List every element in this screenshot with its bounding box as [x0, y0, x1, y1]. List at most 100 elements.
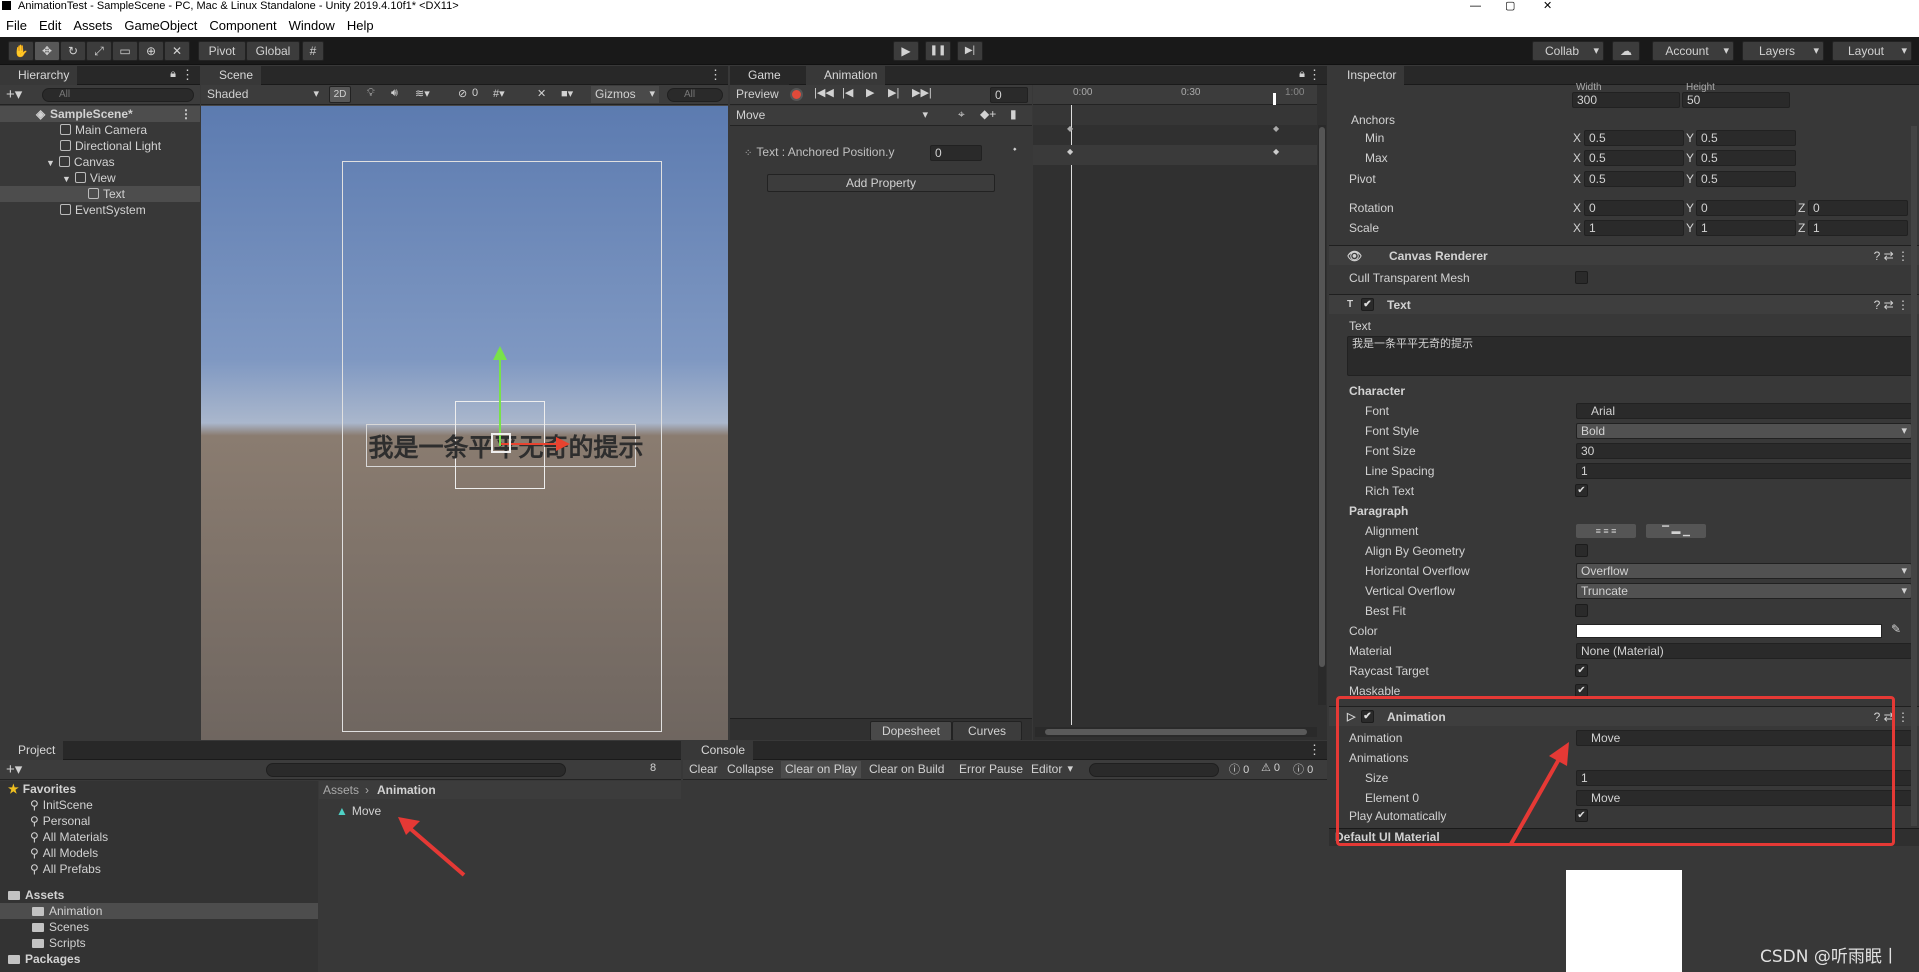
end-marker[interactable]	[1273, 93, 1276, 105]
breadcrumb-animation[interactable]: Animation	[377, 782, 436, 798]
clip-dropdown[interactable]: Move	[732, 107, 932, 124]
kebab-menu-icon[interactable]: ⋮	[181, 67, 194, 83]
2d-toggle[interactable]: 2D	[329, 86, 351, 103]
canvas-renderer-header[interactable]: 👁︎ Canvas Renderer? ⇄ ⋮	[1329, 245, 1919, 265]
pivot-x[interactable]: 0.5	[1584, 171, 1684, 187]
tab-animation[interactable]: Animation	[806, 66, 886, 85]
tab-inspector[interactable]: Inspector	[1329, 66, 1405, 85]
tab-scene[interactable]: Scene	[201, 66, 262, 85]
step-button[interactable]: ▶|	[957, 41, 983, 61]
property-row[interactable]: ⁘ Text : Anchored Position.y	[744, 144, 894, 160]
line-spacing-field[interactable]: 1	[1576, 463, 1912, 479]
rich-text-checkbox[interactable]: ✔	[1575, 484, 1588, 497]
add-event-icon[interactable]: ▮	[1010, 107, 1017, 121]
component-options-icon[interactable]: ? ⇄ ⋮	[1874, 246, 1909, 266]
anchor-min-x[interactable]: 0.5	[1584, 130, 1684, 146]
tab-console[interactable]: Console	[683, 741, 754, 760]
rect-tool-icon[interactable]: ▭	[112, 41, 138, 61]
next-key-icon[interactable]: ▶|	[888, 86, 899, 99]
info-count[interactable]: ⓘ 0	[1229, 761, 1249, 777]
color-swatch[interactable]	[1576, 624, 1882, 638]
collapse-button[interactable]: Collapse	[723, 761, 778, 778]
audio-icon[interactable]: 🔊︎	[391, 87, 398, 100]
menu-help[interactable]: Help	[341, 18, 380, 33]
breadcrumb-assets[interactable]: Assets	[323, 782, 359, 798]
tab-game[interactable]: Game	[730, 66, 789, 85]
cull-checkbox[interactable]	[1575, 271, 1588, 284]
project-search-input[interactable]	[266, 763, 566, 777]
text-enabled-checkbox[interactable]: ✔	[1361, 298, 1374, 311]
account-dropdown[interactable]: Account	[1652, 41, 1734, 61]
kebab-menu-icon[interactable]: ⋮	[1308, 67, 1321, 83]
list-item[interactable]: Main Camera	[60, 122, 147, 138]
vertical-scrollbar[interactable]	[1318, 125, 1326, 705]
list-item[interactable]: ◈ SampleScene* ⋮	[0, 106, 200, 122]
first-key-icon[interactable]: |◀◀	[814, 86, 834, 99]
menu-assets[interactable]: Assets	[67, 18, 118, 33]
anchor-max-y[interactable]: 0.5	[1696, 150, 1796, 166]
tab-project[interactable]: Project	[0, 741, 64, 760]
font-size-field[interactable]: 30	[1576, 443, 1912, 459]
list-item[interactable]: ⚲ All Materials	[30, 829, 108, 845]
asset-file-move[interactable]: ▲ Move	[336, 803, 381, 819]
hierarchy-search-input[interactable]: All	[42, 88, 194, 102]
pivot-y[interactable]: 0.5	[1696, 171, 1796, 187]
hand-tool-icon[interactable]: ✋	[8, 41, 34, 61]
property-options-icon[interactable]: ⬩	[1013, 144, 1017, 155]
collab-dropdown[interactable]: Collab	[1532, 41, 1604, 61]
clear-button[interactable]: Clear	[685, 761, 722, 778]
minimize-icon[interactable]: —	[1470, 0, 1481, 13]
x-arrow-icon[interactable]	[556, 437, 570, 451]
scene-search-input[interactable]: All	[667, 88, 723, 102]
vertical-align-buttons[interactable]: ▔ ▬ ▁	[1646, 524, 1706, 538]
list-item[interactable]: Scripts	[32, 935, 86, 951]
property-value-field[interactable]: 0	[930, 145, 982, 161]
dopesheet-tab[interactable]: Dopesheet	[870, 721, 952, 740]
material-field[interactable]: None (Material)	[1576, 643, 1912, 659]
warning-count[interactable]: ⚠ 0	[1261, 761, 1280, 774]
pivot-handle[interactable]	[491, 433, 511, 453]
anchors-label[interactable]: Anchors	[1351, 112, 1395, 128]
clear-on-play-button[interactable]: Clear on Play	[781, 761, 862, 778]
list-item[interactable]: ⚲ All Models	[30, 845, 98, 861]
anchor-max-x[interactable]: 0.5	[1584, 150, 1684, 166]
horizontal-align-buttons[interactable]: ≡ ≡ ≡	[1576, 524, 1636, 538]
list-item[interactable]: Text	[0, 186, 200, 202]
anchor-min-y[interactable]: 0.5	[1696, 130, 1796, 146]
eyedropper-icon[interactable]: ✎	[1891, 622, 1901, 636]
prev-key-icon[interactable]: |◀	[842, 86, 853, 99]
best-fit-checkbox[interactable]	[1575, 604, 1588, 617]
preview-toggle[interactable]: Preview	[732, 86, 783, 103]
tools-icon[interactable]: ✕	[537, 87, 546, 100]
playhead[interactable]	[1071, 105, 1072, 725]
menu-file[interactable]: File	[0, 18, 33, 33]
font-field[interactable]: Arial	[1576, 403, 1912, 419]
add-property-button[interactable]: Add Property	[767, 174, 995, 192]
list-item[interactable]: ▼ View	[62, 170, 116, 186]
expand-arrow-icon[interactable]: ▼	[46, 158, 55, 168]
scale-tool-icon[interactable]: ⤢	[86, 41, 112, 61]
pivot-toggle[interactable]: Pivot	[198, 41, 246, 61]
layout-dropdown[interactable]: Layout	[1832, 41, 1912, 61]
error-count[interactable]: ⓘ 0	[1293, 761, 1313, 777]
play-button[interactable]: ▶	[893, 41, 919, 61]
rotate-tool-icon[interactable]: ↻	[60, 41, 86, 61]
custom-tool-icon[interactable]: ✕	[164, 41, 190, 61]
shading-mode-dropdown[interactable]: Shaded	[203, 86, 323, 103]
scene-viewport[interactable]: 我是一条平平无奇的提示	[201, 106, 728, 740]
cloud-icon[interactable]: ☁	[1612, 41, 1640, 61]
layers-dropdown[interactable]: Layers	[1742, 41, 1824, 61]
kebab-menu-icon[interactable]: ⋮	[180, 106, 192, 122]
y-arrow-icon[interactable]	[493, 346, 507, 360]
last-key-icon[interactable]: ▶▶|	[912, 86, 932, 99]
text-area[interactable]: 我是一条平平无奇的提示	[1347, 336, 1913, 376]
console-search-input[interactable]	[1089, 763, 1219, 777]
scale-y[interactable]: 1	[1696, 220, 1796, 236]
packages-item[interactable]: Packages	[8, 951, 80, 967]
curves-tab[interactable]: Curves	[952, 721, 1022, 740]
keyframe-icon[interactable]: ◆	[1067, 124, 1073, 133]
lock-icon[interactable]: 🔒︎	[1299, 68, 1305, 81]
snap-grid-icon[interactable]: #	[302, 41, 324, 61]
lighting-icon[interactable]: 💡︎	[367, 87, 375, 100]
transform-tool-icon[interactable]: ⊕	[138, 41, 164, 61]
